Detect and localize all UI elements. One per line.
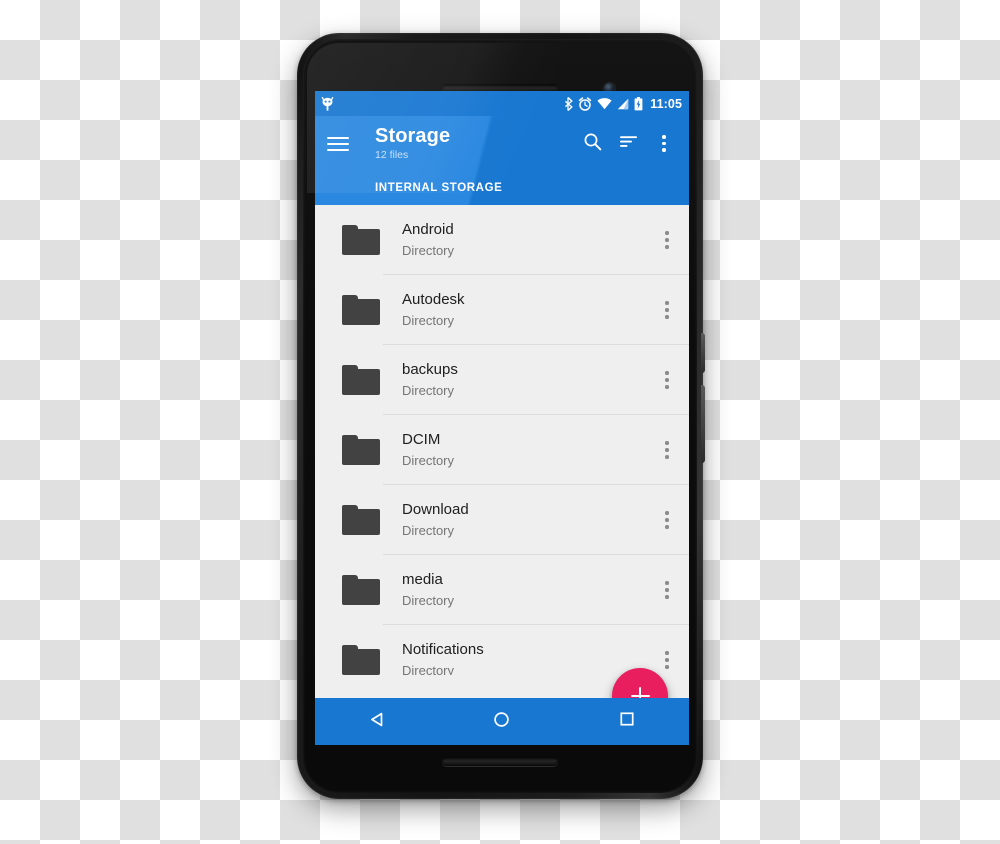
file-list[interactable]: Android Directory Autodesk Directory backups… bbox=[315, 205, 689, 675]
nav-back-button[interactable] bbox=[349, 698, 405, 745]
volume-button[interactable] bbox=[701, 385, 705, 463]
back-triangle-icon bbox=[369, 711, 386, 733]
folder-icon bbox=[342, 645, 380, 675]
app-bar-title-block: Storage 12 files bbox=[375, 125, 574, 162]
list-item-name: DCIM bbox=[402, 431, 441, 448]
search-icon bbox=[583, 132, 602, 156]
bottom-speaker bbox=[442, 757, 558, 766]
folder-icon bbox=[342, 295, 380, 325]
list-item-overflow-menu-icon[interactable] bbox=[645, 415, 689, 485]
folder-icon bbox=[342, 435, 380, 465]
app-bar-main-row: Storage 12 files bbox=[315, 116, 689, 171]
list-item-text: Notifications Directory bbox=[402, 640, 645, 675]
status-bar-notifications bbox=[321, 96, 334, 111]
list-item-overflow-menu-icon[interactable] bbox=[645, 485, 689, 555]
page-title: Storage bbox=[375, 125, 451, 147]
list-item[interactable]: Download Directory bbox=[315, 485, 689, 555]
list-item[interactable]: media Directory bbox=[315, 555, 689, 625]
list-item-name: Notifications bbox=[402, 641, 484, 658]
page-subtitle: 12 files bbox=[375, 149, 409, 161]
phone-screen: 11:05 Storage 12 files INTERNAL STORAGE … bbox=[315, 91, 689, 745]
list-item-type: Directory bbox=[402, 453, 455, 468]
nav-recents-button[interactable] bbox=[599, 698, 655, 745]
status-bar-system-icons: 11:05 bbox=[564, 96, 682, 111]
list-item[interactable]: Android Directory bbox=[315, 205, 689, 275]
list-item-text: Download Directory bbox=[402, 500, 645, 540]
overflow-menu-button[interactable] bbox=[646, 124, 682, 164]
android-navigation-bar bbox=[315, 698, 689, 745]
list-item-type: Directory bbox=[402, 523, 455, 538]
search-button[interactable] bbox=[574, 124, 610, 164]
bluetooth-icon bbox=[564, 96, 574, 111]
phone-device-frame: 11:05 Storage 12 files INTERNAL STORAGE … bbox=[297, 33, 705, 799]
list-item-text: Autodesk Directory bbox=[402, 290, 645, 330]
folder-icon bbox=[342, 365, 380, 395]
list-item[interactable]: DCIM Directory bbox=[315, 415, 689, 485]
list-item-overflow-menu-icon[interactable] bbox=[645, 625, 689, 675]
breadcrumb-row: INTERNAL STORAGE bbox=[315, 171, 689, 205]
folder-icon bbox=[342, 225, 380, 255]
folder-icon bbox=[342, 575, 380, 605]
list-item-text: Android Directory bbox=[402, 220, 645, 260]
list-item[interactable]: Autodesk Directory bbox=[315, 275, 689, 345]
folder-icon bbox=[342, 505, 380, 535]
list-item-name: Android bbox=[402, 221, 454, 238]
list-item-text: DCIM Directory bbox=[402, 430, 645, 470]
cell-signal-icon bbox=[617, 98, 629, 110]
alarm-icon bbox=[578, 96, 592, 111]
list-item-overflow-menu-icon[interactable] bbox=[645, 555, 689, 625]
list-item[interactable]: Notifications Directory bbox=[315, 625, 689, 675]
recents-square-icon bbox=[619, 711, 635, 732]
list-item-text: media Directory bbox=[402, 570, 645, 610]
list-item-type: Directory bbox=[402, 313, 455, 328]
list-item-type: Directory bbox=[402, 663, 455, 675]
list-item-name: backups bbox=[402, 361, 458, 378]
android-notification-icon bbox=[321, 96, 334, 111]
list-item[interactable]: backups Directory bbox=[315, 345, 689, 415]
status-bar: 11:05 bbox=[315, 91, 689, 116]
list-item-overflow-menu-icon[interactable] bbox=[645, 345, 689, 415]
sort-icon bbox=[619, 134, 638, 154]
app-bar: Storage 12 files INTERNAL STORAGE bbox=[315, 116, 689, 205]
battery-charging-icon bbox=[634, 96, 643, 111]
power-button[interactable] bbox=[701, 333, 705, 373]
status-bar-clock: 11:05 bbox=[650, 96, 682, 111]
list-item-text: backups Directory bbox=[402, 360, 645, 400]
wifi-icon bbox=[597, 97, 612, 110]
nav-home-button[interactable] bbox=[474, 698, 530, 745]
list-item-type: Directory bbox=[402, 243, 455, 258]
list-item-name: Download bbox=[402, 501, 469, 518]
sort-button[interactable] bbox=[610, 124, 646, 164]
overflow-menu-icon bbox=[662, 135, 666, 152]
list-item-name: Autodesk bbox=[402, 291, 465, 308]
list-item-overflow-menu-icon[interactable] bbox=[645, 275, 689, 345]
list-item-name: media bbox=[402, 571, 443, 588]
list-item-type: Directory bbox=[402, 383, 455, 398]
home-circle-icon bbox=[493, 711, 510, 733]
hamburger-menu-icon[interactable] bbox=[327, 131, 353, 157]
breadcrumb[interactable]: INTERNAL STORAGE bbox=[375, 182, 502, 194]
list-item-overflow-menu-icon[interactable] bbox=[645, 205, 689, 275]
list-item-type: Directory bbox=[402, 593, 455, 608]
